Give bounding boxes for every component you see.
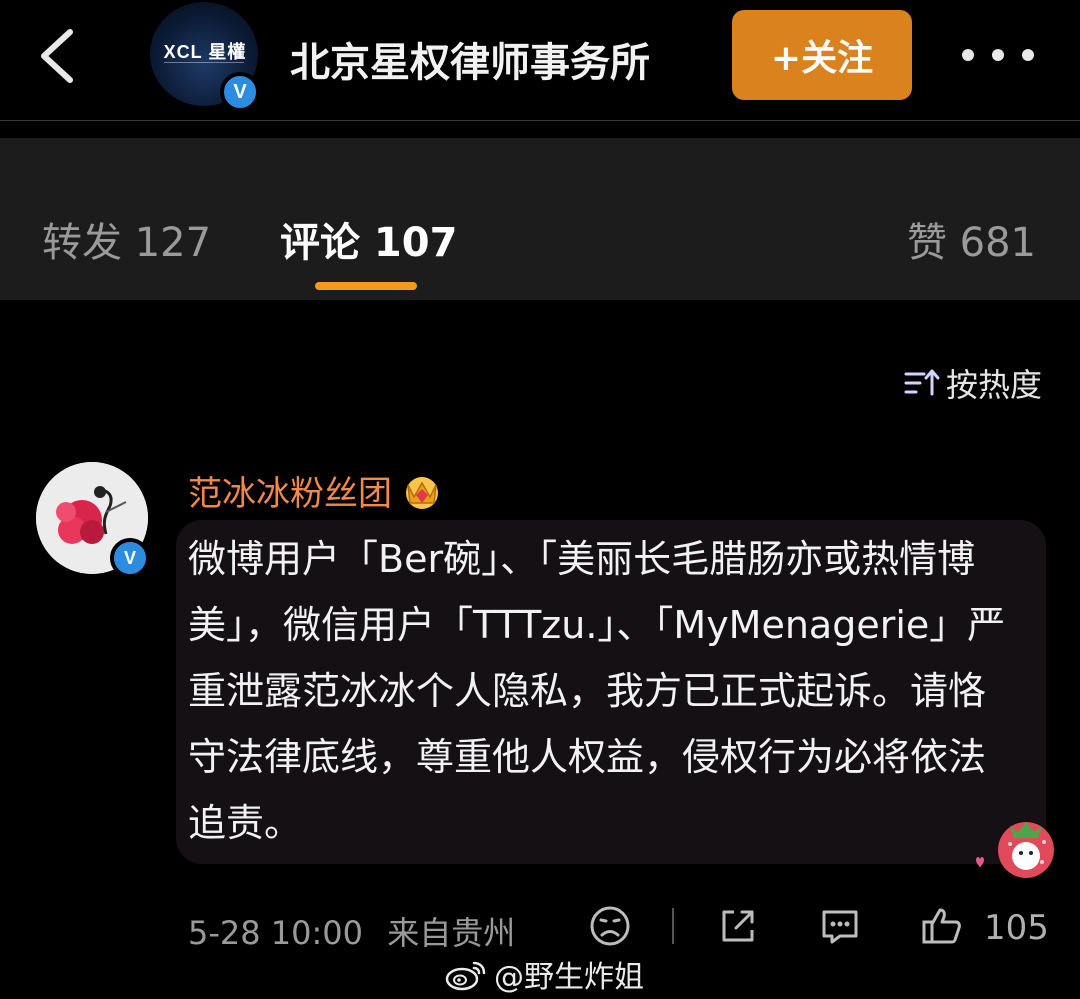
more-dot-icon — [992, 49, 1004, 61]
comment-location: 来自贵州 — [387, 914, 516, 952]
sort-by-hot-button[interactable]: 按热度 — [904, 360, 1042, 406]
dislike-button[interactable] — [588, 904, 632, 948]
verified-badge-icon: V — [220, 72, 260, 112]
tab-repost[interactable]: 转发 127 — [42, 210, 211, 268]
sort-label: 按热度 — [945, 366, 1042, 404]
weibo-logo-icon — [445, 961, 486, 991]
account-name[interactable]: 北京星权律师事务所 — [290, 30, 650, 88]
comment-text[interactable]: 微博用户「Ber碗」、「美丽长毛腊肠亦或热情博美」，微信用户「TTTzu.」、「… — [188, 526, 1008, 856]
reply-button[interactable] — [818, 904, 862, 948]
avatar-logo-text: XCL 星權 — [163, 42, 247, 62]
follow-button[interactable]: +关注 — [732, 10, 912, 100]
share-icon — [722, 910, 754, 942]
account-avatar[interactable]: XCL 星權 V — [150, 2, 260, 112]
active-tab-indicator — [315, 282, 417, 290]
more-dot-icon — [962, 49, 974, 61]
tab-bar: 转发 127 评论 107 赞 681 — [0, 138, 1080, 300]
watermark-text: @野生炸姐 — [494, 960, 644, 995]
chevron-left-icon — [41, 29, 73, 83]
comment-date: 5-28 10:00 — [188, 914, 364, 952]
like-count: 105 — [984, 908, 1049, 948]
comment-icon — [822, 910, 858, 944]
strawberry-sticker-icon — [976, 822, 1054, 878]
thumbs-up-icon — [922, 908, 961, 944]
share-button[interactable] — [716, 904, 760, 948]
verified-badge-icon: V — [110, 538, 150, 578]
commenter-username-text: 范冰冰粉丝团 — [188, 474, 392, 514]
header-divider — [0, 120, 1080, 121]
commenter-avatar[interactable]: V — [36, 462, 154, 580]
like-button[interactable] — [920, 904, 964, 948]
crown-badge-icon — [406, 476, 438, 509]
tab-comment[interactable]: 评论 107 — [280, 210, 457, 268]
sort-icon — [904, 369, 940, 396]
watermark: @野生炸姐 — [444, 952, 644, 996]
more-options-button[interactable] — [962, 30, 1034, 80]
more-dot-icon — [1022, 49, 1034, 61]
tab-like[interactable]: 赞 681 — [907, 210, 1036, 268]
comment-meta: 5-28 10:00 来自贵州 — [188, 908, 515, 954]
sad-face-icon — [590, 906, 630, 946]
back-button[interactable] — [28, 20, 88, 90]
action-divider — [672, 908, 674, 944]
top-bar: XCL 星權 V 北京星权律师事务所 +关注 — [0, 0, 1080, 118]
commenter-username[interactable]: 范冰冰粉丝团 — [188, 466, 444, 515]
